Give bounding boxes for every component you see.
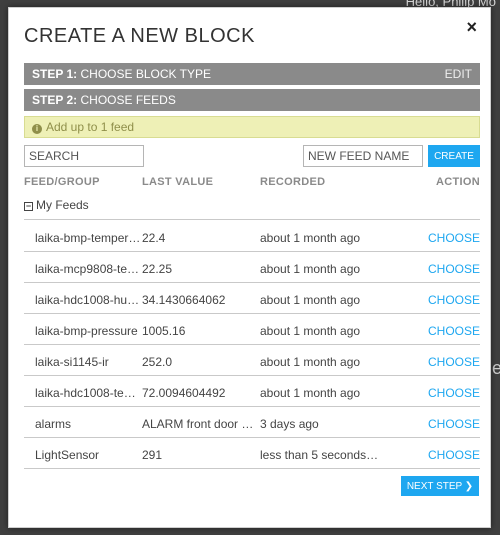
- last-value: 1005.16: [142, 324, 186, 338]
- feed-name: laika-si1145-ir: [35, 355, 109, 369]
- table-row: laika-hdc1008-temperature 72.0094604492 …: [24, 376, 480, 407]
- last-value: 22.4: [142, 231, 166, 245]
- choose-feed-link[interactable]: CHOOSE: [428, 262, 480, 276]
- recorded-time: about 1 month ago: [260, 293, 361, 307]
- feed-group-my-feeds[interactable]: − My Feeds: [24, 198, 480, 220]
- feed-name: LightSensor: [35, 448, 100, 462]
- recorded-time: about 1 month ago: [260, 324, 361, 338]
- column-header-feed[interactable]: FEED/GROUP: [24, 176, 100, 188]
- table-row: laika-bmp-temperature 22.4 about 1 month…: [24, 221, 480, 252]
- create-feed-button[interactable]: CREATE: [428, 145, 480, 167]
- notice-text: Add up to 1 feed: [46, 120, 135, 134]
- feed-name: laika-mcp9808-temperature: [35, 262, 142, 276]
- last-value: ALARM front door opened: [142, 417, 260, 431]
- choose-feed-link[interactable]: CHOOSE: [428, 448, 480, 462]
- recorded-time: less than 5 seconds ago: [260, 448, 380, 462]
- last-value: 291: [142, 448, 163, 462]
- step-2-label: CHOOSE FEEDS: [80, 93, 176, 107]
- next-step-button[interactable]: NEXT STEP ❯: [401, 476, 479, 496]
- last-value: 34.1430664062: [142, 293, 226, 307]
- choose-feed-link[interactable]: CHOOSE: [428, 324, 480, 338]
- recorded-time: about 1 month ago: [260, 355, 361, 369]
- step-1-number: STEP 1:: [32, 67, 78, 81]
- group-name: My Feeds: [36, 198, 89, 212]
- table-row: LightSensor 291 less than 5 seconds ago …: [24, 438, 480, 469]
- choose-feed-link[interactable]: CHOOSE: [428, 293, 480, 307]
- choose-feed-link[interactable]: CHOOSE: [428, 231, 480, 245]
- table-row: laika-mcp9808-temperature 22.25 about 1 …: [24, 252, 480, 283]
- new-feed-name-input[interactable]: [303, 145, 423, 167]
- table-row: laika-si1145-ir 252.0 about 1 month ago …: [24, 345, 480, 376]
- feed-name: alarms: [35, 417, 72, 431]
- recorded-time: about 1 month ago: [260, 231, 361, 245]
- choose-feed-link[interactable]: CHOOSE: [428, 386, 480, 400]
- recorded-time: about 1 month ago: [260, 386, 361, 400]
- edit-step-link[interactable]: EDIT: [445, 63, 472, 85]
- modal-title: CREATE A NEW BLOCK: [24, 25, 255, 47]
- feed-name: laika-bmp-temperature: [35, 231, 142, 245]
- feed-limit-notice: i Add up to 1 feed: [24, 116, 480, 138]
- table-row: alarms ALARM front door opened 3 days ag…: [24, 407, 480, 438]
- choose-feed-link[interactable]: CHOOSE: [428, 355, 480, 369]
- table-row: laika-hdc1008-humidity 34.1430664062 abo…: [24, 283, 480, 314]
- last-value: 72.0094604492: [142, 386, 226, 400]
- recorded-time: about 1 month ago: [260, 262, 361, 276]
- feed-table-body: laika-bmp-temperature 22.4 about 1 month…: [24, 221, 480, 469]
- step-1-bar: STEP 1: CHOOSE BLOCK TYPE EDIT: [24, 63, 480, 85]
- info-icon: i: [32, 124, 42, 134]
- feed-name: laika-hdc1008-humidity: [35, 293, 142, 307]
- recorded-time: 3 days ago: [260, 417, 319, 431]
- choose-feed-link[interactable]: CHOOSE: [428, 417, 480, 431]
- feed-name: laika-bmp-pressure: [35, 324, 138, 338]
- last-value: 22.25: [142, 262, 173, 276]
- column-header-last-value[interactable]: LAST VALUE: [142, 176, 213, 188]
- column-header-action: ACTION: [436, 176, 480, 188]
- background-text-fragment: e: [491, 358, 500, 378]
- step-1-label: CHOOSE BLOCK TYPE: [80, 67, 211, 81]
- create-block-modal: CREATE A NEW BLOCK × STEP 1: CHOOSE BLOC…: [8, 7, 491, 528]
- feed-name: laika-hdc1008-temperature: [35, 386, 142, 400]
- step-2-number: STEP 2:: [32, 93, 78, 107]
- column-header-recorded[interactable]: RECORDED: [260, 176, 325, 188]
- collapse-icon[interactable]: −: [24, 202, 33, 211]
- step-2-bar: STEP 2: CHOOSE FEEDS: [24, 89, 480, 111]
- search-input[interactable]: [24, 145, 144, 167]
- close-icon[interactable]: ×: [466, 18, 477, 36]
- table-row: laika-bmp-pressure 1005.16 about 1 month…: [24, 314, 480, 345]
- last-value: 252.0: [142, 355, 173, 369]
- table-header: FEED/GROUP LAST VALUE RECORDED ACTION: [24, 176, 480, 194]
